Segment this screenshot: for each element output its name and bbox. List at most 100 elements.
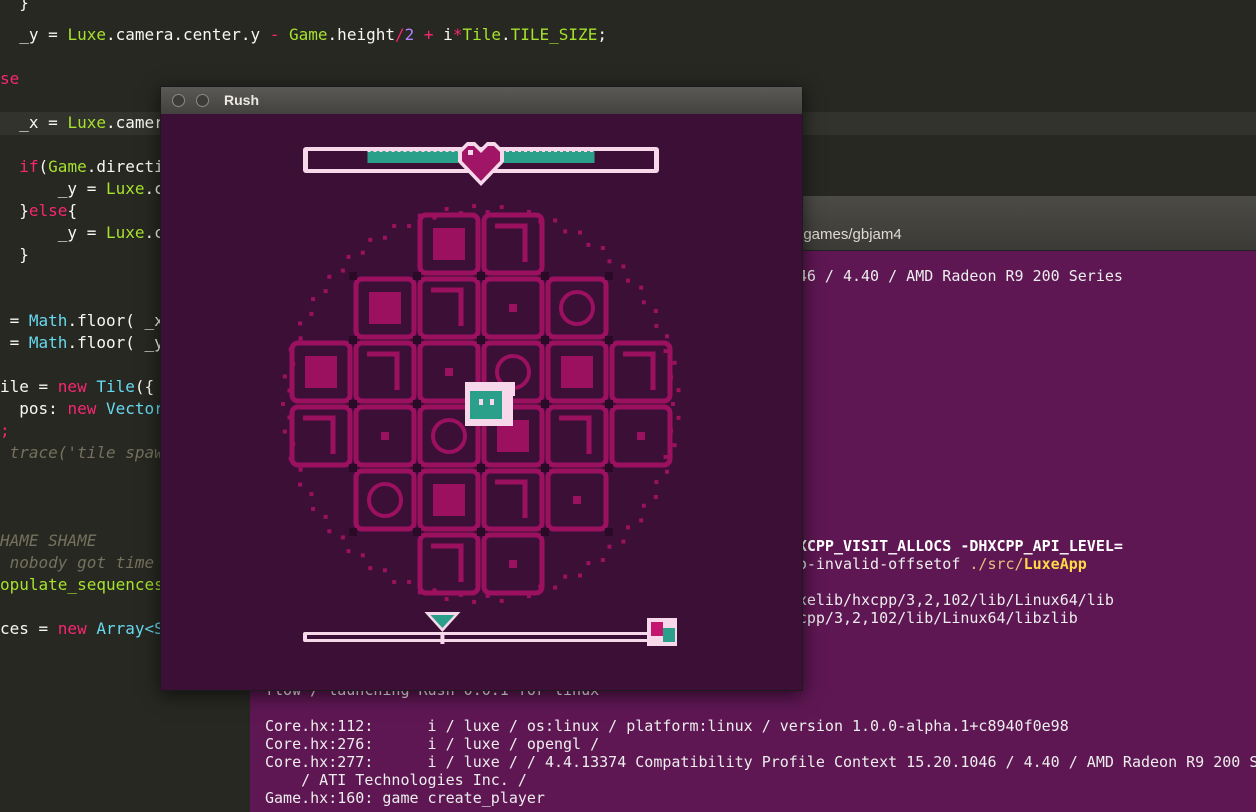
board-dot [639, 285, 644, 290]
tile-block [433, 484, 465, 516]
board-dot [665, 334, 670, 339]
board-dot [621, 539, 626, 544]
health-tick [403, 149, 407, 152]
minimize-window-button[interactable] [196, 94, 209, 107]
board-dot [311, 506, 316, 511]
game-window[interactable]: Rush [160, 86, 803, 691]
board-dot [298, 467, 303, 472]
tile-dot [573, 496, 581, 504]
health-tick [548, 149, 551, 152]
board-joint [605, 528, 613, 536]
board-joint [605, 464, 613, 472]
board-dot [563, 574, 568, 579]
board-dot [499, 598, 504, 603]
board-dot [323, 514, 328, 519]
board-dot [654, 323, 659, 328]
code-line: _y = Luxe.c [0, 179, 164, 198]
tile-dot [381, 432, 389, 440]
board-dot [282, 374, 287, 379]
tile-dot [509, 560, 517, 568]
board-dot [676, 415, 681, 420]
board-dot [663, 349, 668, 354]
board-dot [641, 300, 646, 305]
tile-pipe [303, 415, 336, 454]
health-tick [584, 149, 587, 152]
board-dot [653, 494, 658, 499]
board-dot [327, 529, 332, 534]
tile-pipe [559, 415, 592, 454]
board-dot [586, 242, 591, 247]
player-eye-left [479, 399, 483, 405]
health-tick [524, 149, 527, 152]
board-dot [368, 237, 373, 242]
board-dot [578, 230, 582, 235]
board-dot [407, 223, 412, 228]
board-dot [641, 503, 646, 508]
tile-circle [431, 418, 467, 454]
health-tick [433, 149, 437, 152]
health-tick [554, 149, 557, 152]
board-dot [665, 469, 670, 474]
code-line: = Math.floor( _y [0, 333, 164, 352]
tile-block [369, 292, 401, 324]
board-joint [413, 272, 421, 280]
board-dot [672, 360, 677, 365]
health-tick [385, 149, 389, 152]
board-dot [621, 264, 626, 269]
code-line: if(Game.directi [19, 157, 164, 176]
board-dot [327, 274, 332, 279]
board-joint [541, 528, 549, 536]
health-tick [590, 149, 593, 152]
board-dot [563, 229, 568, 234]
board-dot [472, 204, 477, 209]
tile-circle [367, 482, 403, 518]
board-dot [383, 568, 387, 573]
health-tick [379, 149, 383, 152]
goal-flag-icon [647, 618, 677, 646]
tile-dot [445, 368, 453, 376]
board-joint [349, 400, 357, 408]
board-joint [413, 464, 421, 472]
board-dot [298, 482, 303, 487]
tile-circle [559, 290, 595, 326]
tile-block [561, 356, 593, 388]
tile-pipe [623, 351, 656, 390]
game-titlebar[interactable]: Rush [161, 87, 802, 115]
board-joint [605, 336, 613, 344]
board-dot [607, 544, 612, 549]
close-window-button[interactable] [172, 94, 185, 107]
board-joint [477, 336, 485, 344]
health-tick [415, 149, 419, 152]
board-dot [340, 268, 345, 273]
board-dot [281, 402, 285, 406]
board-dot [368, 566, 373, 571]
tile-block [305, 356, 337, 388]
code-line: HAME SHAME [0, 531, 97, 550]
board-joint [413, 336, 421, 344]
board-dot [499, 205, 504, 210]
game-canvas[interactable] [161, 114, 802, 690]
code-line: ces = new Array<S [0, 619, 164, 638]
health-bar-fill-right [504, 151, 595, 163]
board-joint [477, 464, 485, 472]
board-joint [605, 272, 613, 280]
health-tick [445, 149, 449, 152]
health-tick [578, 149, 581, 152]
board-dot [346, 254, 351, 259]
heart-icon [458, 142, 504, 186]
board-joint [541, 272, 549, 280]
terminal-line: Core.hx:276: i / luxe / opengl / [265, 735, 600, 753]
terminal-line: Game.hx:160: game create_player [265, 789, 545, 807]
board-joint [541, 400, 549, 408]
board-joint [349, 464, 357, 472]
board-joint [541, 464, 549, 472]
board-dot [553, 218, 558, 223]
board-dot [309, 492, 314, 497]
board-dot [671, 402, 675, 406]
tile-pipe [431, 543, 464, 582]
board-dot [444, 207, 449, 212]
board-dot [663, 454, 668, 459]
health-bar-fill-left [367, 151, 458, 163]
board-dot [578, 573, 582, 578]
board-joint [413, 400, 421, 408]
